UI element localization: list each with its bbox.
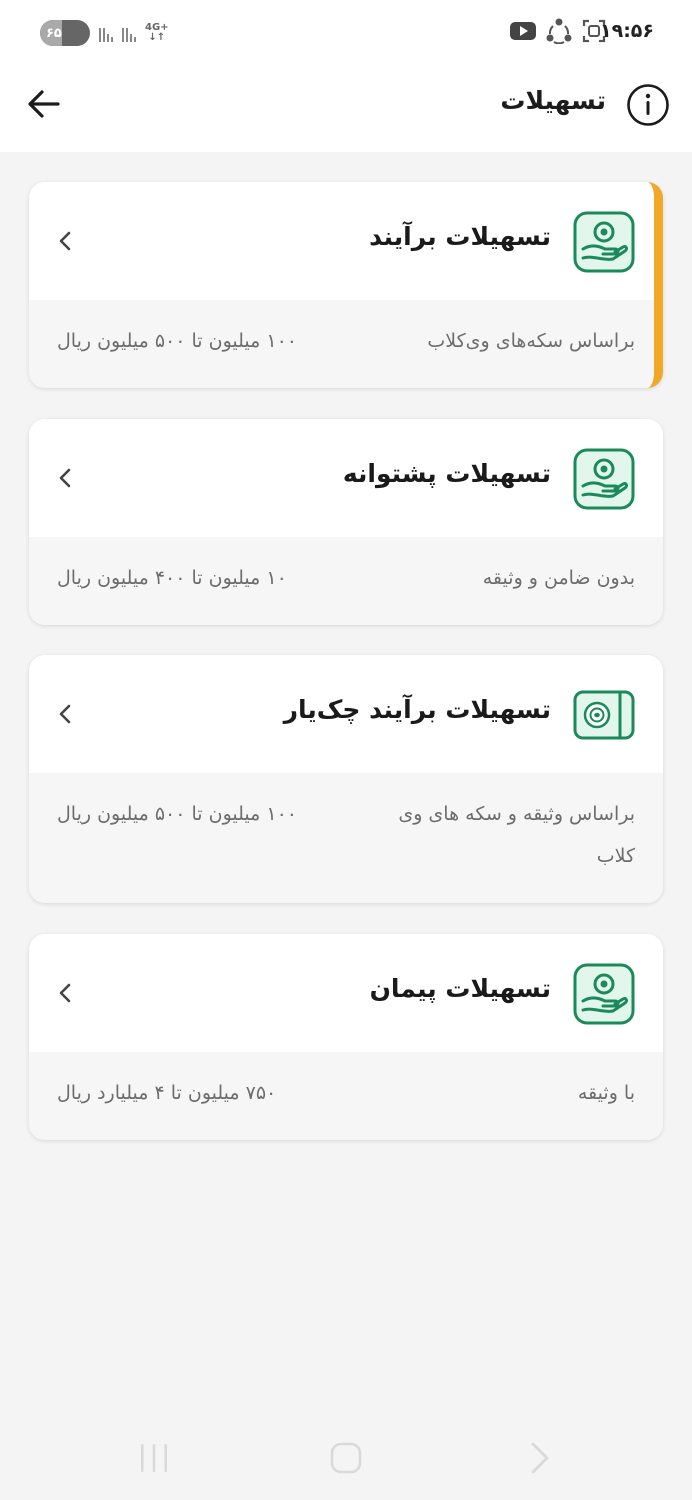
loan-card-barayand-chekyar[interactable]: تسهیلات برآیند چک‌یار براساس وثیقه و سکه… <box>29 655 663 903</box>
back-nav-icon[interactable] <box>520 1438 560 1478</box>
system-nav-bar <box>0 1418 692 1500</box>
share-icon <box>546 18 572 44</box>
network-type: 4G+ ↓↑ <box>145 22 169 43</box>
card-details: بدون ضامن و وثیقه ۱۰ میلیون تا ۴۰۰ میلیو… <box>29 537 663 625</box>
signal-icon <box>99 24 113 42</box>
card-amount-range: ۱۰ میلیون تا ۴۰۰ میلیون ریال <box>57 567 287 589</box>
check-card-icon <box>573 690 635 740</box>
back-button[interactable] <box>24 84 64 124</box>
hand-coin-icon <box>573 448 635 510</box>
loan-card-poshtvaneh[interactable]: تسهیلات پشتوانه بدون ضامن و وثیقه ۱۰ میل… <box>29 419 663 625</box>
card-header: تسهیلات برآیند <box>29 182 654 300</box>
status-left-indicators: ۶۵ 4G+ ↓↑ <box>40 20 169 46</box>
youtube-icon <box>510 22 536 40</box>
app-header: تسهیلات <box>0 66 692 152</box>
card-header: تسهیلات برآیند چک‌یار <box>29 655 663 773</box>
card-details: براساس وثیقه و سکه های وی کلاب ۱۰۰ میلیو… <box>29 773 663 903</box>
home-icon[interactable] <box>326 1438 366 1478</box>
recent-apps-icon[interactable] <box>134 1438 174 1478</box>
card-header: تسهیلات پشتوانه <box>29 419 663 537</box>
loan-card-peyman[interactable]: تسهیلات پیمان با وثیقه ۷۵۰ میلیون تا ۴ م… <box>29 934 663 1140</box>
card-amount-range: ۱۰۰ میلیون تا ۵۰۰ میلیون ریال <box>57 803 297 825</box>
status-right-icons <box>510 18 606 44</box>
card-amount-range: ۷۵۰ میلیون تا ۴ میلیارد ریال <box>57 1082 277 1104</box>
status-time: ۱۹:۵۶ <box>600 20 654 42</box>
card-description: با وثیقه <box>577 1082 635 1104</box>
battery-level: ۶۵ <box>46 25 62 41</box>
card-title: تسهیلات پیمان <box>369 974 551 1003</box>
card-header: تسهیلات پیمان <box>29 934 663 1052</box>
battery-indicator: ۶۵ <box>40 20 90 46</box>
card-details: با وثیقه ۷۵۰ میلیون تا ۴ میلیارد ریال <box>29 1052 663 1140</box>
hand-coin-icon <box>573 963 635 1025</box>
chevron-left-icon <box>59 468 71 488</box>
signal-icon-2 <box>122 24 136 42</box>
card-title: تسهیلات پشتوانه <box>342 459 551 488</box>
hand-coin-icon <box>573 211 635 273</box>
card-description: براساس وثیقه و سکه های وی کلاب <box>398 803 635 867</box>
card-title: تسهیلات برآیند چک‌یار <box>283 695 551 724</box>
chevron-left-icon <box>59 704 71 724</box>
card-description: براساس سکه‌های وی‌کلاب <box>427 330 635 352</box>
card-title: تسهیلات برآیند <box>369 222 551 251</box>
page-title: تسهیلات <box>500 86 606 115</box>
card-description: بدون ضامن و وثیقه <box>482 567 635 589</box>
info-button[interactable] <box>626 83 670 127</box>
loan-card-barayand[interactable]: تسهیلات برآیند براساس سکه‌های وی‌کلاب ۱۰… <box>29 182 663 388</box>
chevron-left-icon <box>59 231 71 251</box>
card-details: براساس سکه‌های وی‌کلاب ۱۰۰ میلیون تا ۵۰۰… <box>29 300 654 388</box>
chevron-left-icon <box>59 983 71 1003</box>
info-icon <box>627 84 669 126</box>
arrow-left-icon <box>28 90 60 118</box>
card-amount-range: ۱۰۰ میلیون تا ۵۰۰ میلیون ریال <box>57 330 297 352</box>
status-bar: ۶۵ 4G+ ↓↑ ۱۹:۵۶ <box>0 0 692 66</box>
